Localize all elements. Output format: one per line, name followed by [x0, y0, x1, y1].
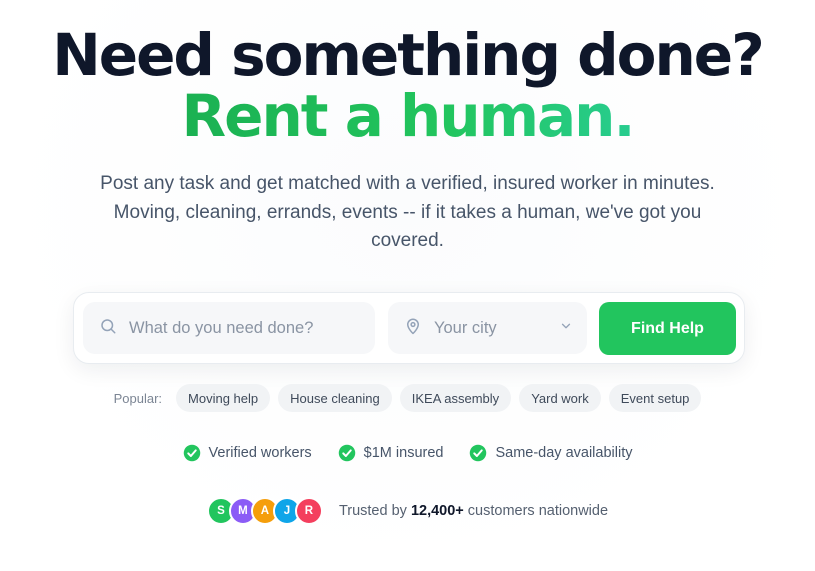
task-search-field[interactable]	[83, 302, 375, 354]
hero-headline: Need something done?	[52, 21, 765, 89]
feature-label: Same-day availability	[495, 445, 633, 461]
hero-subtitle: Post any task and get matched with a ver…	[100, 173, 715, 251]
city-select-label: Your city	[434, 318, 497, 337]
find-help-button[interactable]: Find Help	[599, 302, 736, 355]
feature-label: Verified workers	[208, 445, 312, 461]
map-pin-icon	[404, 317, 422, 340]
tag-chip-house-cleaning[interactable]: House cleaning	[278, 384, 392, 412]
avatar-stack: S M A J R	[206, 497, 323, 525]
popular-tags: Popular: Moving help House cleaning IKEA…	[0, 384, 815, 412]
avatar: R	[294, 497, 323, 525]
popular-label: Popular:	[113, 390, 163, 406]
trust-bar: S M A J R Trusted by 12,400+ customers n…	[0, 497, 815, 525]
trust-text: Trusted by 12,400+ customers nationwide	[339, 503, 608, 519]
feature-same-day: Same-day availability	[469, 444, 632, 462]
customer-count: 12,400+	[410, 503, 464, 519]
feature-verified: Verified workers	[183, 444, 312, 462]
landing-page: Need something done? Rent a human. Post …	[0, 0, 815, 571]
check-circle-icon	[183, 444, 200, 462]
trust-prefix: Trusted by	[338, 503, 407, 519]
hero-headline-accent: Rent a human.	[0, 87, 815, 145]
chevron-down-icon	[559, 319, 573, 338]
feature-list: Verified workers $1M insured Same-day av…	[0, 444, 815, 462]
tag-chip-ikea-assembly[interactable]: IKEA assembly	[399, 384, 512, 412]
feature-label: $1M insured	[363, 445, 444, 461]
tag-chip-event-setup[interactable]: Event setup	[608, 384, 702, 412]
search-card: Your city Find Help	[73, 292, 745, 364]
tag-chip-yard-work[interactable]: Yard work	[519, 384, 601, 412]
check-circle-icon	[338, 444, 355, 462]
check-circle-icon	[470, 444, 487, 462]
trust-suffix: customers nationwide	[467, 503, 609, 519]
feature-insured: $1M insured	[338, 444, 444, 462]
city-select[interactable]: Your city	[388, 302, 587, 354]
tag-chip-moving-help[interactable]: Moving help	[176, 384, 271, 412]
search-icon	[99, 317, 117, 340]
task-search-input[interactable]	[129, 318, 369, 338]
